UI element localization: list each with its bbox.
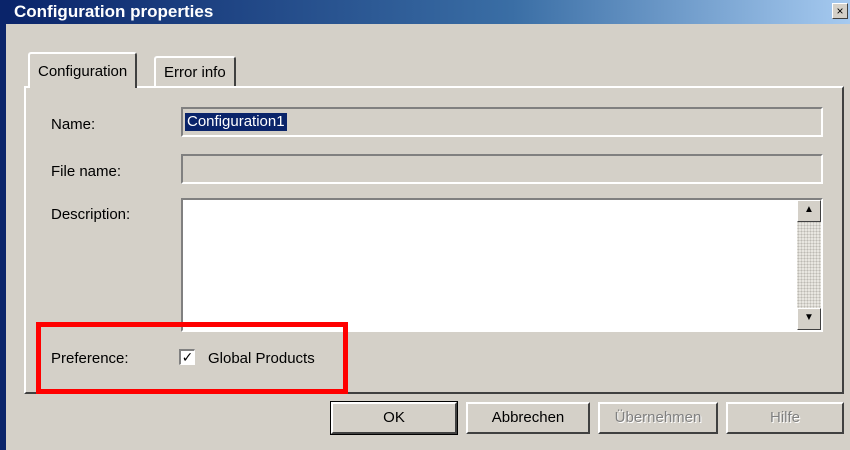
help-button[interactable]: Hilfe xyxy=(726,402,844,434)
ok-button[interactable]: OK xyxy=(330,401,458,435)
dialog-title: Configuration properties xyxy=(14,2,214,21)
apply-button[interactable]: Übernehmen xyxy=(598,402,718,434)
file-name-label: File name: xyxy=(51,163,122,180)
description-textarea[interactable]: ▲ ▼ xyxy=(181,198,823,332)
title-bar: Configuration properties × xyxy=(6,0,850,24)
name-label: Name: xyxy=(51,116,96,133)
red-highlight-box xyxy=(36,322,348,394)
cancel-button[interactable]: Abbrechen xyxy=(466,402,590,434)
tab-error-info-label: Error info xyxy=(164,64,226,81)
name-field-value: Configuration1 xyxy=(185,113,287,131)
name-field[interactable]: Configuration1 xyxy=(181,107,823,137)
close-icon[interactable]: × xyxy=(832,3,848,19)
scroll-up-icon[interactable]: ▲ xyxy=(797,200,821,222)
tab-configuration[interactable]: Configuration xyxy=(28,52,138,88)
tab-configuration-label: Configuration xyxy=(38,63,128,80)
file-name-field[interactable] xyxy=(181,154,823,184)
description-label: Description: xyxy=(51,206,131,223)
scroll-down-icon[interactable]: ▼ xyxy=(797,308,821,330)
tab-error-info[interactable]: Error info xyxy=(154,56,236,86)
description-scrollbar[interactable]: ▲ ▼ xyxy=(797,200,821,330)
